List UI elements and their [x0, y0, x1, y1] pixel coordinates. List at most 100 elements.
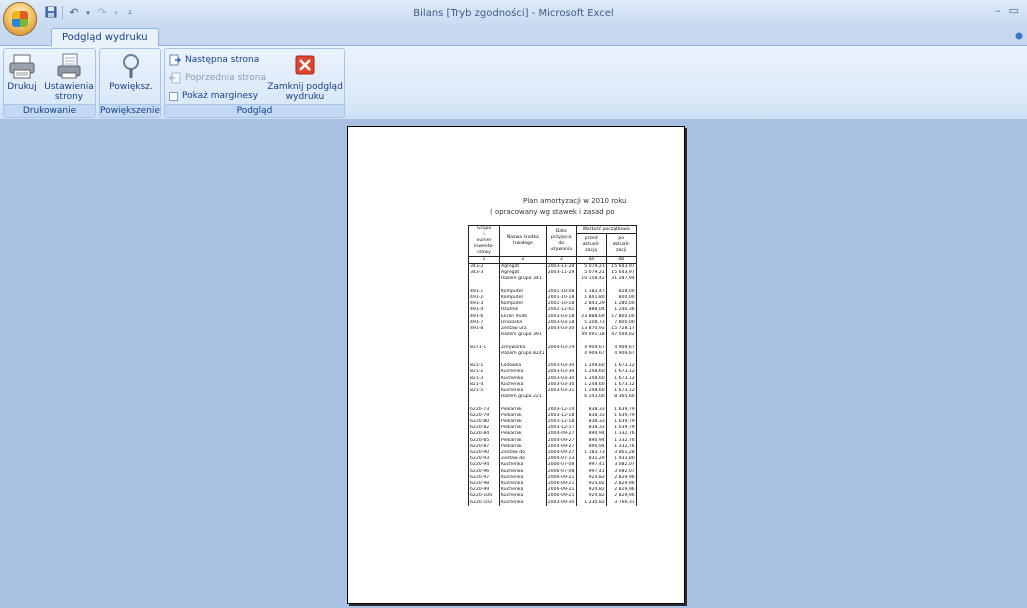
next-page-label: Następna strona	[185, 55, 260, 65]
table-cell: 10 158,42	[575, 276, 607, 283]
table-cell: 3 766,31	[605, 499, 637, 506]
table-cell: Razem grupa 221	[499, 394, 547, 401]
qat-separator	[62, 6, 63, 20]
window-title: Bilans [Tryb zgodności] - Microsoft Exce…	[413, 8, 614, 19]
table-cell: 15 643,97	[605, 263, 637, 271]
page-setup-label-1: Ustawienia	[44, 82, 94, 92]
window-controls: – ▭	[995, 4, 1019, 17]
header-group-number: Grupa i numer inwenta-rzowy	[468, 225, 500, 257]
next-page-icon	[169, 54, 181, 66]
magnifier-icon	[116, 52, 146, 80]
save-icon[interactable]	[44, 6, 58, 20]
title-bar: Bilans [Tryb zgodności] - Microsoft Exce…	[0, 0, 1027, 28]
group-label-podglad: Podgląd	[165, 104, 344, 117]
zoom-button[interactable]: Powiększ.	[104, 52, 158, 92]
undo-icon[interactable]: ↶	[67, 6, 81, 20]
header-after-update: po aktuali-zacji	[605, 233, 637, 257]
table-cell: 2003-09-30	[545, 499, 577, 506]
table-cell: 2003-03-30	[545, 375, 577, 382]
header-before-update: przed aktuali-zacją	[575, 233, 607, 257]
document-subtitle: ( opracowany wg stawek i zasad po	[490, 208, 615, 216]
table-cell: 23 888,69	[575, 313, 607, 320]
printer-icon	[7, 52, 37, 80]
customize-qat-icon[interactable]: ⩡	[123, 6, 137, 20]
document-title: Plan amortyzacji w 2010 roku	[523, 197, 627, 205]
table-header-row: Grupa i numer inwenta-rzowy Nazwa środka trw…	[468, 224, 637, 257]
table-row: 6220-102 Kuchenka 2003-09-30 1 230,82 3 766,…	[468, 499, 637, 506]
print-label: Drukuj	[7, 82, 37, 92]
table-cell: 2006-09-21	[545, 493, 577, 500]
table-cell: Razem grupa 341	[499, 276, 547, 283]
close-preview-button[interactable]: Zamknij podgląd wydruku	[266, 52, 344, 102]
table-body: 343-2 Agregat 2003-11-29 5 079,21 15 643,97 3…	[468, 263, 637, 506]
prev-page-button[interactable]: Poprzednia strona	[169, 71, 266, 85]
table-cell: 49 491,18	[575, 332, 607, 339]
header-initial-value: Wartość początkowa	[575, 224, 637, 235]
group-podglad: Następna strona Poprzednia strona Pokaż …	[164, 48, 345, 118]
table-column-numbers: 1 2 3 4a 4b	[468, 256, 637, 264]
group-label-drukowanie: Drukowanie	[4, 104, 95, 117]
table-cell: 6220-102	[468, 499, 500, 506]
table-cell: 2003-03-18	[545, 313, 577, 320]
page-setup-label-2: strony	[54, 92, 84, 102]
table-cell: 2003-03-30	[545, 369, 577, 376]
show-margins-checkbox[interactable]: Pokaż marginesy	[169, 89, 258, 103]
table-cell: 17 800,00	[605, 313, 637, 320]
table-cell: 1 230,82	[575, 499, 607, 506]
col-number: 2	[499, 256, 547, 264]
close-preview-icon	[290, 52, 320, 80]
minimize-button[interactable]: –	[995, 4, 1001, 17]
table-cell: Kuchenka	[499, 499, 547, 506]
header-asset-name: Nazwa środka trwałego	[499, 225, 547, 257]
print-preview-page[interactable]: Plan amortyzacji w 2010 roku ( opracowan…	[347, 126, 685, 604]
undo-dropdown-icon[interactable]: ▾	[85, 6, 91, 20]
maximize-button[interactable]: ▭	[1009, 4, 1019, 17]
col-number: 4a	[575, 256, 607, 264]
office-logo-icon	[12, 11, 28, 27]
prev-page-label: Poprzednia strona	[185, 73, 267, 83]
redo-icon[interactable]: ↷	[95, 6, 109, 20]
table-cell: 2003-03-31	[545, 388, 577, 395]
group-powiekszenie: Powiększ. Powiększenie	[99, 48, 161, 118]
prev-page-icon	[169, 72, 181, 84]
table-cell: 2004-03-19	[545, 344, 577, 351]
col-number: 1	[468, 256, 500, 264]
close-preview-label-1: Zamknij podgląd	[267, 82, 343, 92]
table-cell: 2003-12-14	[545, 406, 577, 413]
checkbox-icon	[169, 91, 178, 101]
ribbon: Drukuj Ustawienia strony Drukowanie Powi…	[0, 46, 1027, 120]
table-cell: 2003-11-29	[545, 263, 577, 271]
redo-dropdown-icon[interactable]: ▾	[113, 6, 119, 20]
table-cell: Razem grupa 391	[499, 332, 547, 339]
ribbon-tabs: Podgląd wydruku	[0, 28, 1027, 47]
table-cell: 2004-09-27	[545, 431, 577, 438]
show-margins-label: Pokaż marginesy	[182, 91, 259, 101]
zoom-label: Powiększ.	[109, 82, 153, 92]
table-cell: 343-2	[468, 263, 500, 271]
amortization-table: Grupa i numer inwenta-rzowy Nazwa środka trw…	[468, 224, 637, 506]
col-number: 3	[545, 256, 577, 264]
table-cell: Agregat	[499, 263, 547, 271]
table-cell: 47 049,62	[605, 332, 637, 339]
table-cell: 2004-09-27	[545, 437, 577, 444]
next-page-button[interactable]: Następna strona	[169, 53, 259, 67]
help-icon[interactable]	[1015, 30, 1025, 42]
table-cell: 2006-07-08	[545, 468, 577, 475]
quick-access-toolbar: ↶ ▾ ↷ ▾ ⩡	[44, 6, 137, 20]
col-number: 4b	[605, 256, 637, 264]
group-drukowanie: Drukuj Ustawienia strony Drukowanie	[3, 48, 96, 118]
table-cell: 5 079,21	[575, 263, 607, 271]
header-date: Data przyjęcia do używania	[545, 225, 577, 257]
table-cell: 2003-11-29	[545, 270, 577, 277]
close-preview-label-2: wydruku	[285, 92, 325, 102]
table-cell: 2006-07-08	[545, 462, 577, 469]
table-cell: 2003-03-30	[545, 326, 577, 333]
page-setup-icon	[54, 52, 84, 80]
print-button[interactable]: Drukuj	[6, 52, 38, 92]
page-setup-button[interactable]: Ustawienia strony	[44, 52, 94, 102]
office-button[interactable]	[3, 2, 37, 36]
table-row: 343-2 Agregat 2003-11-29 5 079,21 15 643,97	[468, 263, 637, 271]
table-cell: Razem grupa 8241	[499, 350, 547, 358]
tab-print-preview[interactable]: Podgląd wydruku	[51, 28, 159, 47]
group-label-powiekszenie: Powiększenie	[100, 104, 160, 117]
